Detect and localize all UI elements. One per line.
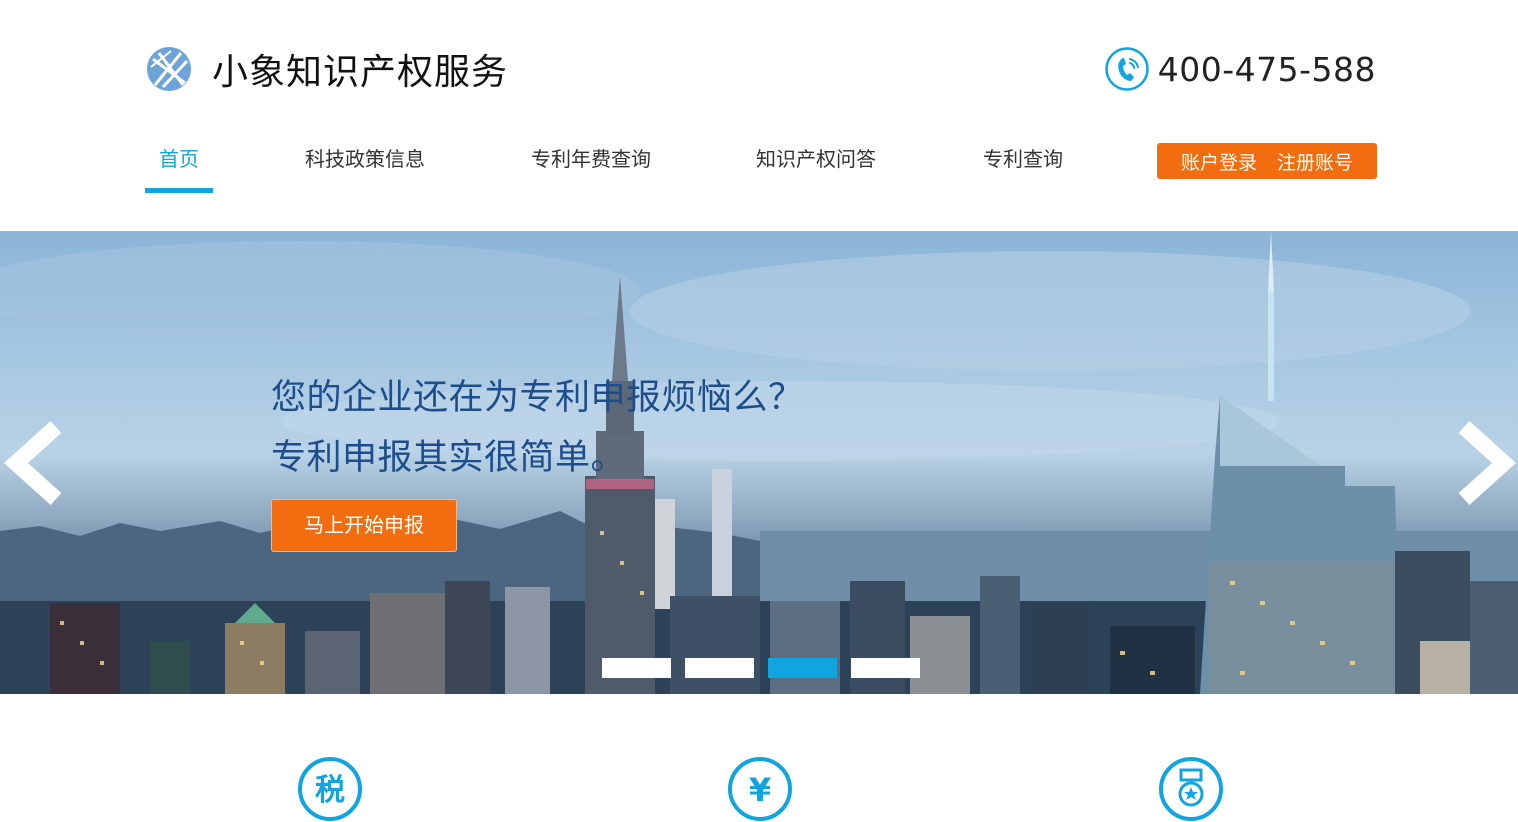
main-nav: 首页 科技政策信息 专利年费查询 知识产权问答 专利查询 账户登录 注册账号 — [145, 143, 1377, 195]
slide-indicators — [602, 658, 920, 678]
yen-icon-glyph: ¥ — [749, 771, 771, 809]
start-apply-button[interactable]: 马上开始申报 — [271, 499, 457, 552]
medal-icon[interactable] — [1158, 756, 1224, 822]
phone-number: 400-475-588 — [1157, 49, 1376, 89]
brand[interactable]: 小象知识产权服务 — [145, 43, 508, 95]
nav-active-underline — [145, 188, 213, 193]
slide-dot-1[interactable] — [602, 658, 671, 678]
phone-contact[interactable]: 400-475-588 — [1104, 46, 1376, 92]
nav-item-label: 知识产权问答 — [756, 147, 876, 171]
brand-title: 小象知识产权服务 — [212, 52, 509, 93]
services-row: 税 ¥ — [0, 694, 1518, 821]
nav-item-label: 专利查询 — [983, 147, 1063, 171]
nav-item-label: 专利年费查询 — [531, 147, 651, 171]
register-link[interactable]: 注册账号 — [1277, 148, 1353, 175]
slide-dot-3[interactable] — [768, 658, 837, 678]
nav-item-patent-fee[interactable]: 专利年费查询 — [530, 143, 652, 195]
chevron-left-icon[interactable] — [4, 417, 66, 509]
login-link[interactable]: 账户登录 — [1181, 148, 1257, 175]
tax-icon[interactable]: 税 — [297, 756, 363, 822]
nav-item-label: 科技政策信息 — [305, 147, 425, 171]
nav-item-ip-qa[interactable]: 知识产权问答 — [755, 143, 877, 195]
chevron-right-icon[interactable] — [1454, 417, 1516, 509]
auth-box: 账户登录 注册账号 — [1157, 143, 1377, 179]
nav-item-tech-policy[interactable]: 科技政策信息 — [304, 143, 426, 195]
nav-item-patent-search[interactable]: 专利查询 — [982, 143, 1064, 195]
nav-item-home[interactable]: 首页 — [145, 143, 213, 195]
hero-headline-line1: 您的企业还在为专利申报烦恼么？ — [271, 378, 804, 418]
phone-icon — [1104, 47, 1149, 91]
slide-dot-2[interactable] — [685, 658, 754, 678]
city-skyline-image — [0, 231, 1518, 694]
tax-icon-glyph: 税 — [315, 773, 345, 808]
logo-icon — [147, 47, 191, 91]
hero-banner: 您的企业还在为专利申报烦恼么？ 专利申报其实很简单。 马上开始申报 — [0, 231, 1518, 694]
hero-headline-line2: 专利申报其实很简单。 — [271, 438, 627, 478]
yen-icon[interactable]: ¥ — [727, 756, 793, 822]
site-header: 小象知识产权服务 400-475-588 首页 科技政策信息 专利年费查询 知识… — [0, 0, 1518, 231]
nav-item-label: 首页 — [159, 147, 199, 171]
slide-dot-4[interactable] — [851, 658, 920, 678]
